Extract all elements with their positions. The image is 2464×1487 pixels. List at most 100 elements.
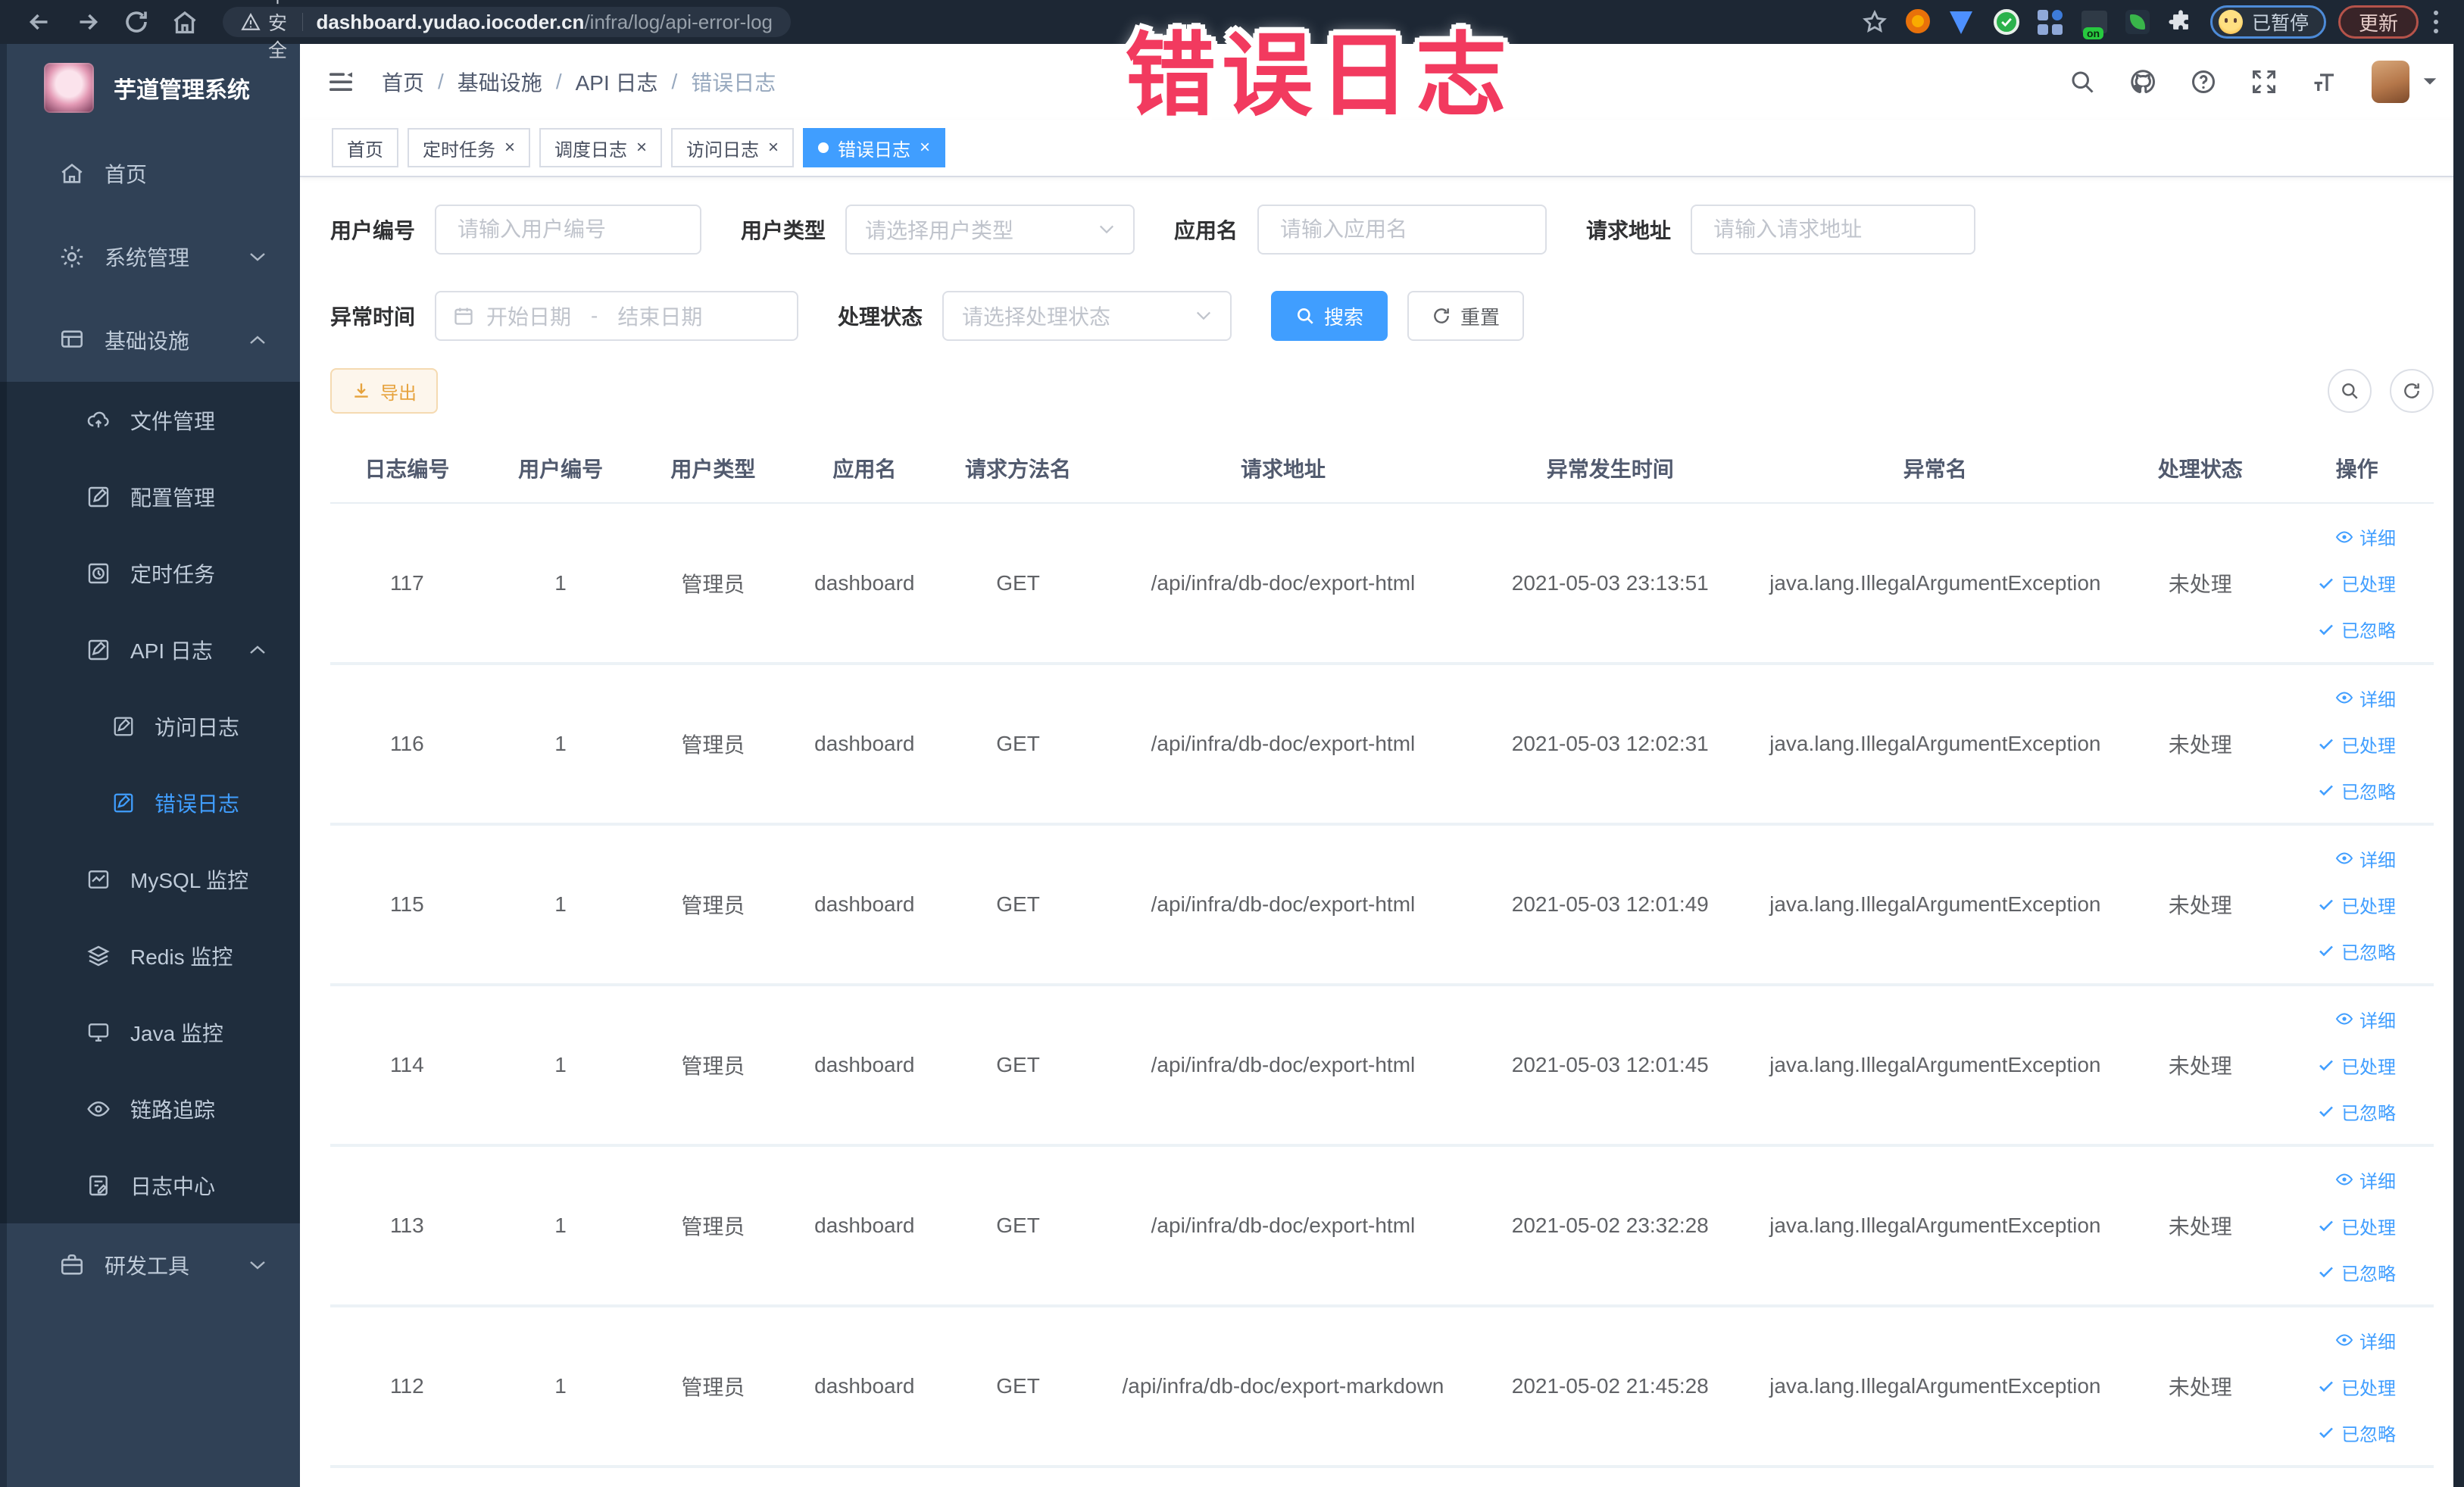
- tab-close-icon[interactable]: ×: [920, 139, 930, 157]
- request-url-input[interactable]: [1691, 205, 1976, 255]
- request-url-label: 请求地址: [1586, 219, 1672, 242]
- tab-close-icon[interactable]: ×: [636, 139, 647, 157]
- bookmark-star-icon[interactable]: [1862, 9, 1888, 35]
- url-path[interactable]: /infra/log/api-error-log: [584, 11, 773, 34]
- mark-processed-link[interactable]: 已处理: [2317, 1373, 2396, 1400]
- sidebar-item-error-log[interactable]: 错误日志: [0, 764, 300, 841]
- sidebar-logo-row[interactable]: 芋道管理系统: [0, 44, 300, 132]
- sidebar-item-dev-tools[interactable]: 研发工具: [0, 1223, 300, 1307]
- col-user-id: 用户编号: [483, 433, 638, 504]
- url-host[interactable]: dashboard.yudao.iocoder.cn: [316, 11, 584, 34]
- browser-profile-button[interactable]: 已暂停: [2209, 5, 2326, 39]
- exception-time-range-picker[interactable]: 开始日期 - 结束日期: [435, 291, 799, 341]
- calendar-icon: [454, 308, 473, 325]
- sidebar-item-java-monitor[interactable]: Java 监控: [0, 994, 300, 1070]
- github-icon[interactable]: [2129, 68, 2156, 95]
- breadcrumb-api-log[interactable]: API 日志: [576, 67, 658, 97]
- detail-link[interactable]: 详细: [2335, 1327, 2396, 1354]
- sidebar-item-mysql-monitor[interactable]: MySQL 监控: [0, 841, 300, 917]
- extension-green-check-icon[interactable]: [1993, 9, 2019, 35]
- mark-processed-link[interactable]: 已处理: [2317, 1213, 2396, 1239]
- sidebar-item-redis-monitor[interactable]: Redis 监控: [0, 917, 300, 994]
- mark-processed-link[interactable]: 已处理: [2317, 1052, 2396, 1079]
- sidebar-item-label: API 日志: [130, 639, 213, 663]
- mark-ignored-link[interactable]: 已忽略: [2317, 777, 2396, 804]
- sidebar-item-home[interactable]: 首页: [0, 132, 300, 215]
- check-icon: [2319, 1220, 2333, 1232]
- process-status-select[interactable]: 请选择处理状态: [942, 291, 1232, 341]
- chevron-up-icon: [250, 336, 265, 344]
- sidebar-item-log-center[interactable]: 日志中心: [0, 1147, 300, 1223]
- sidebar-item-infrastructure[interactable]: 基础设施: [0, 298, 300, 382]
- toggle-search-button[interactable]: [2328, 369, 2372, 413]
- user-id-input[interactable]: [435, 205, 702, 255]
- tab-home[interactable]: 首页: [332, 128, 398, 167]
- home-icon[interactable]: [171, 8, 198, 36]
- browser-menu-kebab-icon[interactable]: [2432, 8, 2440, 36]
- select-arrow-icon: [1197, 311, 1211, 320]
- breadcrumb-home[interactable]: 首页: [382, 67, 424, 97]
- user-type-label: 用户类型: [741, 219, 826, 242]
- sidebar-item-access-log[interactable]: 访问日志: [0, 688, 300, 764]
- mark-processed-link[interactable]: 已处理: [2317, 892, 2396, 918]
- tab-dispatch-log[interactable]: 调度日志 ×: [539, 128, 663, 167]
- col-request-method: 请求方法名: [940, 433, 1096, 504]
- table-row: 115 1 管理员 dashboard GET /api/infra/db-do…: [330, 824, 2434, 986]
- mark-processed-link[interactable]: 已处理: [2317, 570, 2396, 596]
- extension-grid-icon[interactable]: [2037, 9, 2063, 35]
- detail-link[interactable]: 详细: [2335, 685, 2396, 711]
- extension-orange-icon[interactable]: [1905, 9, 1932, 35]
- caret-down-icon[interactable]: [2422, 77, 2438, 87]
- extensions-puzzle-icon[interactable]: [2168, 9, 2194, 35]
- forward-icon[interactable]: [74, 8, 101, 36]
- app-name-input[interactable]: [1257, 205, 1547, 255]
- security-label[interactable]: 不安全: [268, 0, 289, 63]
- tab-access-log[interactable]: 访问日志 ×: [671, 128, 795, 167]
- extension-shield-icon[interactable]: [1949, 9, 1975, 35]
- table-row: 113 1 管理员 dashboard GET /api/infra/db-do…: [330, 1145, 2434, 1307]
- tab-error-log[interactable]: 错误日志 ×: [803, 128, 946, 167]
- search-icon: [1298, 308, 1313, 324]
- check-icon: [2319, 1427, 2333, 1439]
- sidebar-item-api-log[interactable]: API 日志: [0, 611, 300, 688]
- font-size-icon[interactable]: [2311, 68, 2338, 95]
- sidebar-item-trace[interactable]: 链路追踪: [0, 1070, 300, 1147]
- export-button[interactable]: 导出: [330, 368, 438, 414]
- detail-link[interactable]: 详细: [2335, 1167, 2396, 1193]
- sidebar-item-label: 首页: [105, 163, 148, 186]
- sidebar-item-system[interactable]: 系统管理: [0, 215, 300, 298]
- browser-update-button[interactable]: 更新: [2338, 5, 2419, 39]
- detail-link[interactable]: 详细: [2335, 845, 2396, 872]
- mark-ignored-link[interactable]: 已忽略: [2317, 616, 2396, 642]
- reload-icon[interactable]: [123, 8, 150, 36]
- sidebar-item-scheduled-jobs[interactable]: 定时任务: [0, 535, 300, 611]
- mark-ignored-link[interactable]: 已忽略: [2317, 1259, 2396, 1286]
- sidebar-item-config-management[interactable]: 配置管理: [0, 458, 300, 535]
- user-type-select[interactable]: 请选择用户类型: [845, 205, 1135, 255]
- search-icon[interactable]: [2069, 68, 2096, 95]
- detail-link[interactable]: 详细: [2335, 523, 2396, 550]
- tab-close-icon[interactable]: ×: [768, 139, 779, 157]
- mark-ignored-link[interactable]: 已忽略: [2317, 1420, 2396, 1446]
- user-avatar[interactable]: [2372, 61, 2409, 103]
- mark-processed-link[interactable]: 已处理: [2317, 731, 2396, 758]
- fullscreen-icon[interactable]: [2250, 68, 2278, 95]
- eye-icon: [2335, 1013, 2353, 1025]
- collapse-sidebar-icon[interactable]: [326, 67, 356, 97]
- extension-on-badge-icon[interactable]: on: [2081, 9, 2107, 39]
- help-icon[interactable]: [2190, 68, 2217, 95]
- col-app-name: 应用名: [789, 433, 941, 504]
- extension-leaf-icon[interactable]: [2125, 10, 2150, 34]
- back-icon[interactable]: [26, 8, 53, 36]
- mark-ignored-link[interactable]: 已忽略: [2317, 1098, 2396, 1125]
- sidebar-item-file-management[interactable]: 文件管理: [0, 382, 300, 458]
- detail-link[interactable]: 详细: [2335, 1006, 2396, 1032]
- tab-scheduled-jobs[interactable]: 定时任务 ×: [408, 128, 531, 167]
- tab-close-icon[interactable]: ×: [504, 139, 515, 157]
- address-bar[interactable]: 不安全 dashboard.yudao.iocoder.cn/infra/log…: [223, 0, 791, 61]
- refresh-table-button[interactable]: [2390, 369, 2434, 413]
- mark-ignored-link[interactable]: 已忽略: [2317, 938, 2396, 964]
- breadcrumb-infrastructure[interactable]: 基础设施: [458, 67, 542, 97]
- search-button[interactable]: 搜索: [1271, 291, 1388, 341]
- reset-button[interactable]: 重置: [1407, 291, 1525, 341]
